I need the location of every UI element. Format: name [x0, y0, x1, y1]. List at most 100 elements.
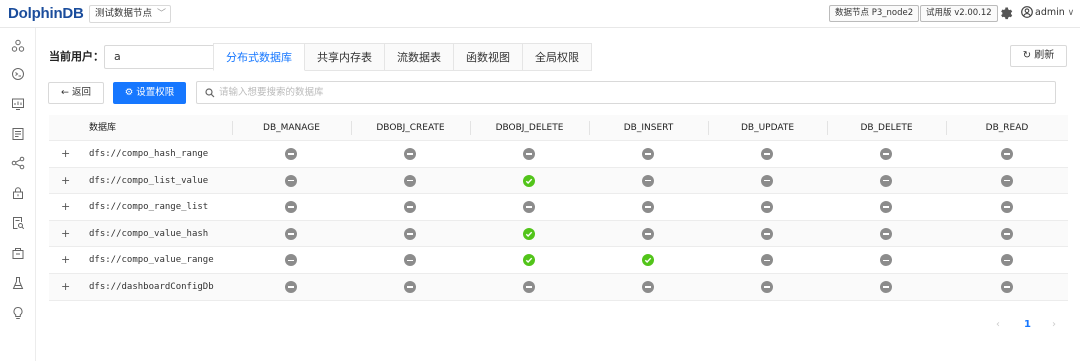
doc-search-icon[interactable]	[11, 216, 25, 230]
table-row[interactable]: + dfs://compo_hash_range	[49, 141, 1068, 168]
column-header-db-read: DB_READ	[946, 115, 1068, 141]
minus-circle-icon	[523, 148, 535, 160]
minus-circle-icon	[404, 174, 416, 187]
permission-tabs: 分布式数据库 共享内存表 流数据表 函数视图 全局权限	[213, 43, 592, 71]
node-selector-label: 测试数据节点	[95, 8, 153, 19]
expand-row-button[interactable]: +	[61, 194, 70, 220]
refresh-button[interactable]: ↻ 刷新	[1010, 45, 1067, 67]
settings-icon: ⚙	[124, 87, 134, 98]
logo: DolphinDB	[8, 5, 84, 22]
column-header-dbobj-delete: DBOBJ_DELETE	[470, 115, 589, 141]
tab-shared-table[interactable]: 共享内存表	[305, 43, 385, 71]
pagination-prev-button[interactable]: ‹	[996, 318, 1000, 332]
minus-circle-icon	[285, 174, 297, 187]
bulb-icon[interactable]	[11, 306, 25, 320]
chevron-down-icon: ﹀	[157, 9, 167, 19]
column-header-dbobj-create: DBOBJ_CREATE	[351, 115, 470, 141]
expand-row-button[interactable]: +	[61, 141, 70, 167]
minus-circle-icon	[285, 148, 297, 160]
table-row[interactable]: + dfs://compo_range_list	[49, 194, 1068, 221]
refresh-icon: ↻	[1022, 50, 1032, 61]
column-header-db-update: DB_UPDATE	[708, 115, 827, 141]
tab-global-permission[interactable]: 全局权限	[523, 43, 592, 71]
minus-circle-icon	[404, 254, 416, 267]
minus-circle-icon	[880, 148, 892, 160]
minus-circle-icon	[1001, 254, 1013, 267]
flask-icon[interactable]	[11, 276, 25, 290]
table-header: 数据库 DB_MANAGE DBOBJ_CREATE DBOBJ_DELETE …	[49, 115, 1068, 141]
minus-circle-icon	[761, 227, 773, 240]
arrow-left-icon: ←	[60, 87, 69, 98]
job-icon[interactable]	[11, 127, 25, 141]
database-name: dfs://compo_hash_range	[89, 149, 209, 159]
minus-circle-icon	[880, 201, 892, 214]
column-header-db-insert: DB_INSERT	[589, 115, 708, 141]
expand-row-button[interactable]: +	[61, 168, 70, 194]
check-circle-icon	[523, 254, 535, 267]
cluster-icon[interactable]	[11, 39, 25, 53]
database-name: dfs://compo_list_value	[89, 175, 209, 186]
search-input[interactable]: 请输入想要搜索的数据库	[196, 81, 1056, 104]
minus-circle-icon	[761, 174, 773, 187]
minus-circle-icon	[761, 254, 773, 267]
user-name: admin	[1035, 7, 1065, 18]
current-user-value: a	[114, 50, 121, 63]
back-label: 返回	[71, 87, 91, 98]
minus-circle-icon	[404, 148, 416, 160]
minus-circle-icon	[285, 280, 297, 293]
search-placeholder: 请输入想要搜索的数据库	[219, 87, 324, 98]
check-circle-icon	[523, 227, 535, 240]
expand-row-button[interactable]: +	[61, 247, 70, 273]
top-bar: DolphinDB 测试数据节点 ﹀ 数据节点 P3_node2 试用版 v2.…	[0, 0, 1080, 28]
package-icon[interactable]	[11, 246, 25, 260]
database-name: dfs://compo_value_range	[89, 255, 214, 266]
check-circle-icon	[642, 254, 654, 267]
workflow-icon[interactable]	[11, 156, 25, 170]
user-menu[interactable]: admin ∨	[1021, 6, 1074, 20]
tab-function-view[interactable]: 函数视图	[454, 43, 523, 71]
minus-circle-icon	[523, 201, 535, 214]
search-icon	[205, 88, 215, 98]
current-user-label: 当前用户：	[49, 50, 104, 63]
minus-circle-icon	[404, 280, 416, 293]
version-tag: 试用版 v2.00.12	[920, 5, 998, 22]
node-tag: 数据节点 P3_node2	[829, 5, 920, 22]
minus-circle-icon	[523, 280, 535, 293]
minus-circle-icon	[880, 280, 892, 293]
minus-circle-icon	[1001, 227, 1013, 240]
tab-distributed-db[interactable]: 分布式数据库	[213, 43, 305, 71]
expand-row-button[interactable]: +	[61, 274, 70, 300]
table-body: + dfs://compo_hash_range + dfs://compo_list…	[49, 141, 1068, 301]
set-permission-button[interactable]: ⚙ 设置权限	[113, 82, 186, 104]
column-header-db-delete: DB_DELETE	[827, 115, 946, 141]
shell-icon[interactable]	[11, 67, 25, 81]
expand-row-button[interactable]: +	[61, 221, 70, 247]
minus-circle-icon	[285, 227, 297, 240]
minus-circle-icon	[761, 280, 773, 293]
table-row[interactable]: + dfs://compo_value_range	[49, 247, 1068, 274]
refresh-label: 刷新	[1034, 50, 1055, 61]
table-row[interactable]: + dfs://dashboardConfigDb	[49, 273, 1068, 301]
pagination-next-button[interactable]: ›	[1052, 318, 1056, 332]
database-name: dfs://compo_value_hash	[89, 228, 209, 239]
minus-circle-icon	[1001, 174, 1013, 187]
back-button[interactable]: ← 返回	[48, 82, 104, 104]
minus-circle-icon	[642, 227, 654, 240]
minus-circle-icon	[880, 174, 892, 187]
minus-circle-icon	[761, 148, 773, 160]
dashboard-icon[interactable]	[11, 97, 25, 111]
lock-icon[interactable]	[11, 186, 25, 200]
gear-icon[interactable]	[999, 6, 1013, 20]
column-header-db-manage: DB_MANAGE	[232, 115, 351, 141]
table-row[interactable]: + dfs://compo_value_hash	[49, 220, 1068, 248]
main-panel: 当前用户： a ﹀ 分布式数据库 共享内存表 流数据表 函数视图 全局权限 ↻ …	[36, 28, 1080, 361]
node-selector[interactable]: 测试数据节点 ﹀	[89, 5, 172, 23]
minus-circle-icon	[404, 201, 416, 214]
table-row[interactable]: + dfs://compo_list_value	[49, 167, 1068, 195]
permission-table: 数据库 DB_MANAGE DBOBJ_CREATE DBOBJ_DELETE …	[49, 115, 1068, 301]
minus-circle-icon	[880, 254, 892, 267]
minus-circle-icon	[1001, 201, 1013, 214]
minus-circle-icon	[285, 201, 297, 214]
tab-stream-table[interactable]: 流数据表	[385, 43, 454, 71]
pagination-current-page[interactable]: 1	[1024, 318, 1031, 332]
